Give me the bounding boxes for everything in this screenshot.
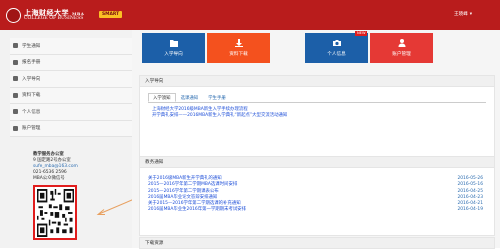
sidebar: 学生通知 报名手册 入学导向 资料下载 个人信息 账户管理 教学服务办公室 9 … — [0, 30, 140, 248]
notice-panel-title: 教务通知 — [140, 157, 494, 168]
school-seal-icon — [6, 7, 21, 23]
downloads-panel: 下载资源 — [139, 237, 495, 249]
tab-student-handbook[interactable]: 学生手册 — [203, 93, 231, 102]
sidebar-item-downloads[interactable]: 资料下载 — [10, 87, 132, 104]
book-icon — [13, 59, 18, 65]
folder-icon — [169, 40, 178, 47]
logo-english-name: COLLEGE OF BUSINESS — [24, 15, 84, 21]
wechat-qr-frame — [33, 185, 77, 240]
logo-chinese-name: 上海财经大学 MBA — [24, 7, 85, 17]
downloads-panel-title: 下载资源 — [140, 238, 494, 249]
sidebar-item-profile[interactable]: 个人信息 — [10, 104, 132, 121]
orientation-tabs: 入学须知 选课通知 学生手册 — [148, 93, 494, 102]
notice-list: 关于2016级MBA新生开学典礼的通知 2016-05-26 2015—2016学… — [148, 176, 494, 214]
notice-item[interactable]: 2016届MBA毕业生2016年第一学期期末考试安排 2016-04-19 — [148, 207, 483, 213]
sidebar-item-orientation[interactable]: 入学导向 — [10, 71, 132, 88]
sidebar-item-account[interactable]: 账户管理 — [10, 120, 132, 137]
user-icon — [398, 39, 405, 47]
qr-code-icon — [37, 189, 74, 237]
contact-wechat: MBA公众微信号 — [33, 176, 65, 181]
bell-icon — [13, 43, 18, 49]
account-icon — [13, 125, 18, 131]
chevron-down-icon: ▾ — [469, 11, 473, 17]
new-badge: NEW — [355, 31, 367, 36]
sidebar-menu: 学生通知 报名手册 入学导向 资料下载 个人信息 账户管理 — [10, 38, 132, 137]
tile-downloads[interactable]: 资料下载 — [207, 33, 270, 63]
tile-profile[interactable]: NEW 个人信息 — [305, 31, 368, 63]
tab-admission-notes[interactable]: 入学须知 — [148, 93, 176, 102]
contact-info: 教学服务办公室 9 国定路2号办公室 sufe_mba@163.com 021-… — [33, 152, 93, 182]
user-menu[interactable]: 王晓峰 ▾ — [454, 11, 473, 18]
tab-divider — [148, 102, 486, 103]
compass-icon — [13, 76, 18, 82]
person-icon — [13, 109, 18, 115]
download-icon — [234, 39, 243, 47]
tab-course-notice[interactable]: 选课通知 — [176, 93, 204, 102]
school-logo[interactable]: 上海财经大学 MBA COLLEGE OF BUSINESS — [6, 7, 84, 23]
camera-icon — [332, 40, 341, 46]
smart-badge: SMART — [99, 11, 123, 18]
top-bar: 上海财经大学 MBA COLLEGE OF BUSINESS SMART 王晓峰… — [0, 0, 500, 30]
tile-orientation[interactable]: 入学导向 — [142, 33, 205, 63]
main-content: 入学导向 资料下载 NEW 个人信息 账户管理 入学导向 入学须知 选课通知 学… — [132, 30, 500, 249]
orientation-panel-title: 入学导向 — [140, 76, 494, 87]
tile-account[interactable]: 账户管理 — [370, 33, 433, 63]
download-icon — [13, 92, 18, 98]
user-name: 王晓峰 — [454, 12, 468, 17]
guide-link[interactable]: 开学典礼安排——2016MBA新生入学典礼“新起点”大型交流活动通知 — [152, 113, 494, 119]
academic-notice-panel: 教务通知 关于2016级MBA新生开学典礼的通知 2016-05-26 2015—… — [139, 156, 495, 236]
orientation-panel: 入学导向 入学须知 选课通知 学生手册 上海财经大学2016级MBA新生入学手续… — [139, 75, 495, 165]
sidebar-item-handbook[interactable]: 报名手册 — [10, 54, 132, 71]
sidebar-item-notices[interactable]: 学生通知 — [10, 38, 132, 55]
